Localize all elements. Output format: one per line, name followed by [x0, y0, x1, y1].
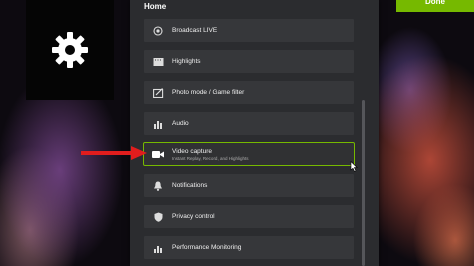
- menu-item-label: Video capture: [172, 147, 212, 155]
- menu-item-label: Notifications: [172, 182, 208, 189]
- video-camera-icon: [152, 148, 164, 160]
- menu-item-highlights[interactable]: Highlights: [144, 50, 354, 73]
- panel-scrollbar[interactable]: [362, 100, 365, 266]
- mouse-cursor-icon: [350, 161, 358, 172]
- bell-icon: [152, 180, 164, 192]
- menu-item-notifications[interactable]: Notifications: [144, 174, 354, 197]
- done-button[interactable]: Done: [396, 0, 474, 12]
- panel-title: Home: [144, 2, 167, 11]
- menu-item-photo-mode[interactable]: Photo mode / Game filter: [144, 81, 354, 104]
- done-button-label: Done: [425, 0, 445, 6]
- photo-filter-icon: [152, 87, 164, 99]
- menu-item-label: Audio: [172, 120, 189, 127]
- menu-item-label: Performance Monitoring: [172, 244, 242, 251]
- gear-icon: [52, 32, 88, 68]
- audio-bars-icon: [152, 118, 164, 130]
- menu-item-label: Privacy control: [172, 213, 215, 220]
- red-arrow-annotation: [81, 146, 147, 160]
- broadcast-icon: [152, 25, 164, 37]
- shield-icon: [152, 211, 164, 223]
- menu-item-video-capture[interactable]: Video capture Instant Replay, Record, an…: [143, 142, 355, 166]
- settings-panel: Home Broadcast LIVE Highlights Photo mod…: [130, 0, 379, 266]
- film-icon: [152, 56, 164, 68]
- performance-bars-icon: [152, 242, 164, 254]
- menu-item-performance-monitoring[interactable]: Performance Monitoring: [144, 236, 354, 259]
- menu-item-label: Highlights: [172, 58, 201, 65]
- settings-tile[interactable]: [26, 0, 114, 100]
- menu-item-label: Broadcast LIVE: [172, 27, 218, 34]
- menu-item-sublabel: Instant Replay, Record, and Highlights: [172, 155, 249, 161]
- menu-item-broadcast-live[interactable]: Broadcast LIVE: [144, 19, 354, 42]
- menu-item-audio[interactable]: Audio: [144, 112, 354, 135]
- menu-item-label: Photo mode / Game filter: [172, 89, 245, 96]
- menu-item-privacy-control[interactable]: Privacy control: [144, 205, 354, 228]
